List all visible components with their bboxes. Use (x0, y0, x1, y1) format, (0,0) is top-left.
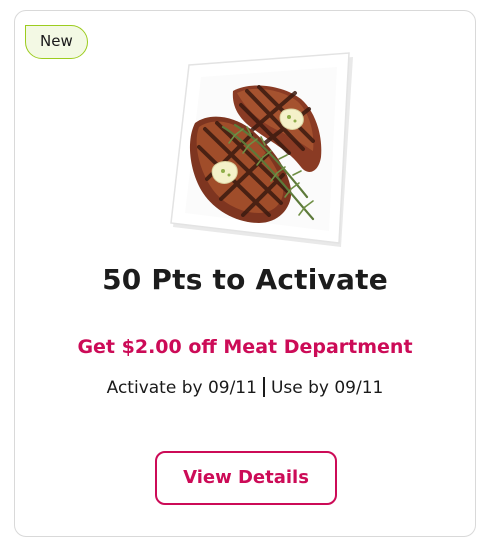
steak-plate-illustration (170, 52, 353, 247)
new-badge: New (25, 25, 88, 59)
view-details-button[interactable]: View Details (155, 451, 337, 505)
date-separator (262, 377, 265, 397)
product-image (155, 47, 355, 247)
offer-description: Get $2.00 off Meat Department (77, 336, 413, 358)
points-title: 50 Pts to Activate (102, 263, 388, 296)
offer-dates: Activate by 09/11 Use by 09/11 (15, 377, 475, 398)
use-by-date: Use by 09/11 (270, 378, 384, 398)
new-badge-label: New (40, 32, 73, 50)
activate-by-date: Activate by 09/11 (106, 378, 257, 398)
coupon-card[interactable]: New 50 Pts to Activate Get $2.00 off Mea… (14, 10, 476, 537)
